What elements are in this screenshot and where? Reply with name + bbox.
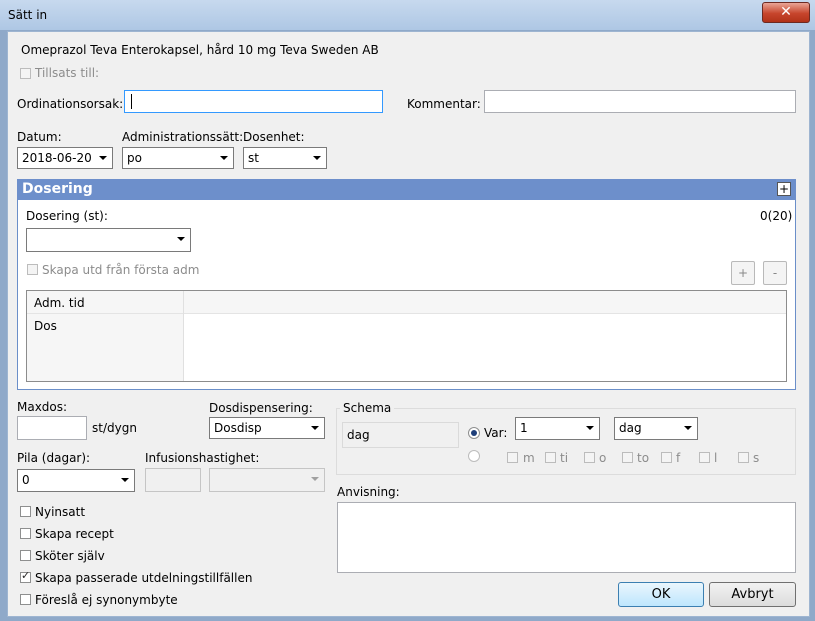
interval-select[interactable]: 1 [515,417,600,440]
dosenhet-label: Dosenhet: [243,130,305,144]
title-bar [0,0,815,30]
weekday-label-s: s [753,451,760,465]
weekday-label-ti: ti [560,451,569,465]
weekday-checkbox-f[interactable] [661,452,672,463]
chevron-down-icon [313,156,321,160]
pila-label: Pila (dagar): [17,451,91,465]
grid-header-adm-tid: Adm. tid [34,296,85,310]
infusion-input[interactable] [145,468,201,492]
grid-header [27,291,786,314]
ordinationsorsak-label: Ordinationsorsak: [17,97,124,111]
close-button[interactable]: ✕ [762,2,810,23]
dosering-select[interactable] [26,228,191,252]
dosdispensering-select[interactable]: Dosdisp [209,417,325,439]
datum-label: Datum: [17,130,62,144]
grid-row-dos: Dos [34,319,57,333]
foresla-ej-synonymbyte-label: Föreslå ej synonymbyte [35,593,178,607]
interval-value: 1 [520,421,528,435]
dosering-title: Dosering [22,181,93,197]
dosdispensering-label: Dosdispensering: [209,401,313,415]
maxdos-label: Maxdos: [17,400,68,414]
skapa-utd-checkbox[interactable] [27,264,38,275]
tillsats-label: Tillsats till: [35,66,100,80]
maxdos-input[interactable] [17,416,87,440]
weekday-label-to: to [637,451,650,465]
datum-value: 2018-06-20 [22,151,92,165]
anvisning-textarea[interactable] [337,502,796,573]
dosering-count: 0(20) [760,209,793,223]
skoter-sjalv-checkbox[interactable] [20,550,31,561]
dosering-header [17,179,796,200]
skapa-utd-label: Skapa utd från första adm [42,263,200,277]
close-icon: ✕ [780,4,792,20]
var-label: Var: [484,426,508,440]
schema-label: Schema [340,401,395,415]
pila-value: 0 [22,473,30,487]
weekday-label-l: l [714,451,718,465]
text-cursor [131,94,132,109]
skapa-recept-checkbox[interactable] [20,528,31,539]
add-time-button[interactable]: + [731,261,755,285]
foresla-ej-synonymbyte-checkbox[interactable] [20,594,31,605]
weekday-radio[interactable] [468,450,480,462]
skapa-passerade-checkbox[interactable] [20,569,31,583]
period-value: dag [619,421,642,435]
expand-toggle-button[interactable]: + [777,182,791,196]
weekday-checkbox-m[interactable] [507,452,518,463]
remove-time-button[interactable]: - [763,261,787,285]
drug-name: Omeprazol Teva Enterokapsel, hård 10 mg … [21,43,379,57]
maxdos-unit: st/dygn [92,421,137,435]
dosering-dose-label: Dosering (st): [26,209,108,223]
nyinsatt-checkbox[interactable] [20,506,31,517]
administrationssatt-label: Administrationssätt: [122,130,244,144]
infusion-label: Infusionshastighet: [145,451,260,465]
var-radio[interactable] [468,427,480,439]
skapa-recept-label: Skapa recept [35,527,114,541]
weekday-label-m: m [523,451,535,465]
kommentar-label: Kommentar: [407,97,481,111]
ok-button[interactable]: OK [618,582,704,607]
dosdispensering-value: Dosdisp [214,421,262,435]
weekday-checkbox-to[interactable] [622,452,633,463]
dosenhet-value: st [248,151,259,165]
tillsats-checkbox[interactable] [20,68,31,79]
weekday-label-o: o [599,451,607,465]
skoter-sjalv-label: Sköter själv [35,549,105,563]
window-title: Sätt in [8,8,48,22]
weekday-checkbox-ti[interactable] [545,452,556,463]
dosenhet-select[interactable]: st [243,147,327,169]
datum-picker[interactable]: 2018-06-20 [17,147,113,169]
ordinationsorsak-input[interactable] [124,90,383,113]
weekday-checkbox-l[interactable] [699,452,710,463]
period-select[interactable]: dag [614,417,698,440]
chevron-down-icon [177,237,185,241]
kommentar-input[interactable] [484,90,796,113]
grid-divider [183,291,184,381]
weekday-checkbox-s[interactable] [738,452,749,463]
skapa-passerade-label: Skapa passerade utdelningstillfällen [35,571,253,585]
weekday-checkbox-o[interactable] [584,452,595,463]
infusion-unit-select[interactable] [209,468,325,492]
schema-display: dag [342,422,459,448]
weekday-label-f: f [676,451,681,465]
chevron-down-icon [586,426,594,430]
anvisning-label: Anvisning: [337,485,400,499]
chevron-down-icon [99,156,107,160]
administrationssatt-value: po [127,151,142,165]
chevron-down-icon [220,156,228,160]
chevron-down-icon [311,426,319,430]
administrationssatt-select[interactable]: po [122,147,234,169]
chevron-down-icon [311,477,319,481]
chevron-down-icon [684,426,692,430]
cancel-button[interactable]: Avbryt [709,582,796,607]
nyinsatt-label: Nyinsatt [35,505,86,519]
chevron-down-icon [121,478,129,482]
pila-select[interactable]: 0 [17,469,135,492]
